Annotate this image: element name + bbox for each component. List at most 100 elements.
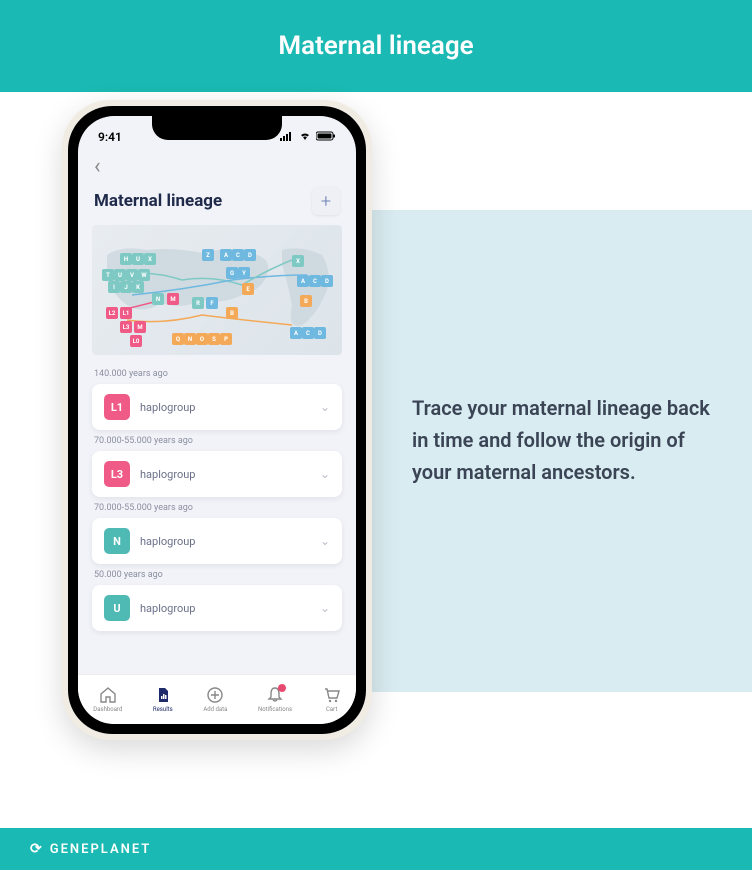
map-haplogroup-badge[interactable]: X <box>144 253 156 265</box>
map-haplogroup-badge[interactable]: A <box>290 327 302 339</box>
map-haplogroup-badge[interactable]: N <box>184 333 196 345</box>
marketing-copy: Trace your maternal lineage back in time… <box>412 392 712 488</box>
map-haplogroup-badge[interactable]: U <box>114 269 126 281</box>
plus-icon <box>206 686 224 704</box>
brand-name: GENEPLANET <box>50 842 152 857</box>
map-haplogroup-badge[interactable]: L3 <box>120 321 132 333</box>
status-time: 9:41 <box>98 130 122 144</box>
bell-icon <box>266 686 284 704</box>
map-haplogroup-badge[interactable]: E <box>242 283 254 295</box>
add-button[interactable]: + <box>312 187 340 215</box>
map-haplogroup-badge[interactable]: W <box>138 269 150 281</box>
map-haplogroup-badge[interactable]: R <box>192 297 204 309</box>
haplogroup-badge: L3 <box>104 461 130 487</box>
map-haplogroup-badge[interactable]: N <box>152 293 164 305</box>
time-label: 70.000-55.000 years ago <box>94 503 340 513</box>
map-haplogroup-badge[interactable]: O <box>196 333 208 345</box>
map-haplogroup-badge[interactable]: L1 <box>120 307 132 319</box>
haplogroup-badge: N <box>104 528 130 554</box>
map-haplogroup-badge[interactable]: S <box>208 333 220 345</box>
time-label: 50.000 years ago <box>94 570 340 580</box>
signal-icon <box>280 130 294 144</box>
map-haplogroup-badge[interactable]: Q <box>172 333 184 345</box>
tab-results[interactable]: Results <box>153 686 173 713</box>
map-haplogroup-badge[interactable]: M <box>167 293 179 305</box>
map-haplogroup-badge[interactable]: H <box>120 253 132 265</box>
back-button[interactable]: ‹ <box>94 154 101 179</box>
chevron-down-icon: ⌄ <box>320 400 330 414</box>
map-haplogroup-badge[interactable]: B <box>226 307 238 319</box>
time-label: 140.000 years ago <box>94 369 340 379</box>
haplogroup-badge: L1 <box>104 394 130 420</box>
haplogroup-list: 140.000 years ago L1 haplogroup ⌄ 70.000-55.… <box>78 355 356 631</box>
map-haplogroup-badge[interactable]: P <box>220 333 232 345</box>
map-haplogroup-badge[interactable]: T <box>102 269 114 281</box>
nav-row: ‹ <box>78 148 356 179</box>
map-haplogroup-badge[interactable]: X <box>292 255 304 267</box>
phone-frame: 9:41 ‹ Maternal lineage + <box>62 100 372 740</box>
phone-screen: 9:41 ‹ Maternal lineage + <box>78 116 356 724</box>
page-title: Maternal lineage <box>94 191 222 211</box>
content-area: Trace your maternal lineage back in time… <box>0 92 752 828</box>
map-haplogroup-badge[interactable]: I <box>108 281 120 293</box>
time-label: 70.000-55.000 years ago <box>94 436 340 446</box>
tab-label: Dashboard <box>93 706 122 713</box>
footer-band: ⟳ GENEPLANET <box>0 828 752 870</box>
map-haplogroup-badge[interactable]: K <box>132 281 144 293</box>
map-haplogroup-badge[interactable]: L0 <box>130 335 142 347</box>
map-haplogroup-badge[interactable]: G <box>226 267 238 279</box>
map-haplogroup-badge[interactable]: V <box>126 269 138 281</box>
haplogroup-badge: U <box>104 595 130 621</box>
map-haplogroup-badge[interactable]: Y <box>238 267 250 279</box>
haplogroup-label: haplogroup <box>140 535 310 548</box>
tab-add-data[interactable]: Add data <box>203 686 227 713</box>
haplogroup-label: haplogroup <box>140 401 310 414</box>
map-haplogroup-badge[interactable]: C <box>309 275 321 287</box>
chevron-down-icon: ⌄ <box>320 467 330 481</box>
tab-cart[interactable]: Cart <box>323 686 341 713</box>
map-haplogroup-badge[interactable]: D <box>321 275 333 287</box>
map-haplogroup-badge[interactable]: A <box>297 275 309 287</box>
map-haplogroup-badge[interactable]: J <box>120 281 132 293</box>
tab-label: Add data <box>203 706 227 713</box>
tab-notifications[interactable]: Notifications <box>258 686 292 713</box>
home-icon <box>99 686 117 704</box>
tab-label: Results <box>153 706 173 713</box>
notification-dot <box>278 684 286 692</box>
tab-label: Cart <box>326 706 337 713</box>
map-haplogroup-badge[interactable]: B <box>300 295 312 307</box>
cart-icon <box>323 686 341 704</box>
doc-icon <box>154 686 172 704</box>
haplogroup-label: haplogroup <box>140 602 310 615</box>
map-haplogroup-badge[interactable]: C <box>302 327 314 339</box>
chevron-down-icon: ⌄ <box>320 601 330 615</box>
brand-logo: ⟳ GENEPLANET <box>30 841 151 857</box>
tab-dashboard[interactable]: Dashboard <box>93 686 122 713</box>
haplogroup-card[interactable]: Uhaplogroup ⌄ <box>92 585 342 631</box>
map-haplogroup-badge[interactable]: F <box>206 297 218 309</box>
map-haplogroup-badge[interactable]: A <box>220 249 232 261</box>
battery-icon <box>316 130 336 144</box>
map-haplogroup-badge[interactable]: Z <box>202 249 214 261</box>
map-haplogroup-badge[interactable]: D <box>244 249 256 261</box>
map-haplogroup-badge[interactable]: M <box>134 321 146 333</box>
header-title: Maternal lineage <box>278 31 473 61</box>
haplogroup-card[interactable]: L3 haplogroup ⌄ <box>92 451 342 497</box>
title-row: Maternal lineage + <box>78 179 356 225</box>
dna-icon: ⟳ <box>30 841 44 857</box>
haplogroup-label: haplogroup <box>140 468 310 481</box>
map-haplogroup-badge[interactable]: U <box>132 253 144 265</box>
tab-bar: Dashboard Results Add data Notifications Car… <box>78 674 356 724</box>
haplogroup-card[interactable]: Nhaplogroup ⌄ <box>92 518 342 564</box>
map-haplogroup-badge[interactable]: C <box>232 249 244 261</box>
header-band: Maternal lineage <box>0 0 752 92</box>
haplogroup-card[interactable]: L1 haplogroup ⌄ <box>92 384 342 430</box>
world-map[interactable]: HUXTUVWIJKZACDNMGYERFL2L1L3ML0BQNOSPXACD… <box>92 225 342 355</box>
phone-bezel: 9:41 ‹ Maternal lineage + <box>68 106 366 734</box>
map-haplogroup-badge[interactable]: L2 <box>106 307 118 319</box>
chevron-down-icon: ⌄ <box>320 534 330 548</box>
wifi-icon <box>298 130 312 144</box>
map-haplogroup-badge[interactable]: D <box>314 327 326 339</box>
tab-label: Notifications <box>258 706 292 713</box>
phone-notch <box>152 116 282 140</box>
